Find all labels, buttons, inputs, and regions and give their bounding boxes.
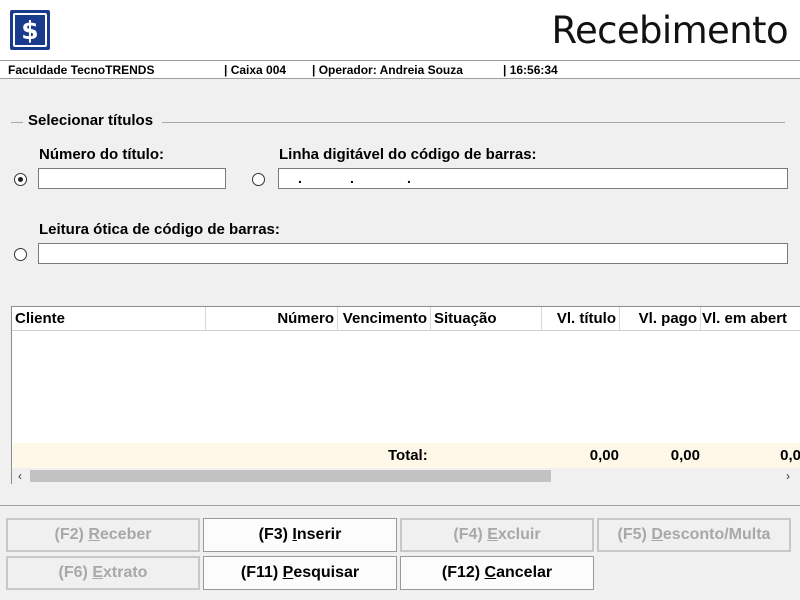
- total-vl-pago: 0,00: [670, 447, 700, 464]
- excluir-key: (F4): [453, 526, 488, 543]
- receber-key: (F2): [54, 526, 89, 543]
- col-header-situacao[interactable]: Situação: [431, 307, 542, 331]
- receber-button[interactable]: (F2) Receber: [6, 518, 200, 552]
- mask-dot: .: [298, 170, 302, 186]
- cancelar-button[interactable]: (F12) Cancelar: [400, 556, 594, 590]
- extrato-mnemonic: E: [92, 564, 103, 581]
- status-bar: Faculdade TecnoTRENDS | Caixa 004 | Oper…: [0, 60, 800, 79]
- desconto-multa-button[interactable]: (F5) Desconto/Multa: [597, 518, 791, 552]
- col-header-vl-pago[interactable]: Vl. pago: [620, 307, 701, 331]
- status-time: | 16:56:34: [503, 63, 558, 77]
- excluir-rest: xcluir: [497, 526, 541, 543]
- desconto-rest: esconto/Multa: [662, 526, 771, 543]
- logo: $: [10, 10, 50, 50]
- receber-mnemonic: R: [88, 526, 100, 543]
- status-operator: | Operador: Andreia Souza: [312, 63, 463, 77]
- optical-barcode-input[interactable]: [38, 243, 788, 264]
- total-vl-titulo: 0,00: [589, 447, 619, 464]
- col-header-cliente[interactable]: Cliente: [12, 307, 206, 331]
- total-label: Total:: [388, 447, 428, 464]
- barcode-line-input[interactable]: . . .: [278, 168, 788, 189]
- radio-numero-titulo[interactable]: [14, 173, 27, 186]
- status-company: Faculdade TecnoTRENDS: [8, 63, 155, 77]
- desconto-key: (F5): [617, 526, 652, 543]
- col-header-vl-titulo[interactable]: Vl. título: [542, 307, 620, 331]
- optical-label: Leitura ótica de código de barras:: [39, 221, 280, 238]
- grid-header: Cliente Número Vencimento Situação Vl. t…: [12, 307, 800, 331]
- scroll-left-icon[interactable]: ‹: [12, 468, 28, 484]
- col-header-numero[interactable]: Número: [206, 307, 338, 331]
- dollar-sign-icon: $: [13, 13, 47, 47]
- col-header-vl-aberto[interactable]: Vl. em abert: [701, 307, 800, 331]
- header-panel: $ Recebimento: [0, 0, 800, 60]
- pesquisar-button[interactable]: (F11) Pesquisar: [203, 556, 397, 590]
- pesquisar-rest: esquisar: [293, 564, 360, 581]
- radio-leitura-otica[interactable]: [14, 248, 27, 261]
- desconto-mnemonic: D: [651, 526, 663, 543]
- excluir-button[interactable]: (F4) Excluir: [400, 518, 594, 552]
- total-vl-aberto: 0,0: [780, 447, 800, 464]
- pesquisar-mnemonic: P: [282, 564, 294, 581]
- extrato-key: (F6): [58, 564, 93, 581]
- barcode-line-label: Linha digitável do código de barras:: [279, 146, 537, 163]
- cancelar-key: (F12): [441, 564, 485, 581]
- titulo-label: Número do título:: [39, 146, 164, 163]
- radio-linha-digitavel[interactable]: [252, 173, 265, 186]
- receber-rest: eceber: [99, 526, 152, 543]
- cancelar-mnemonic: C: [484, 564, 497, 581]
- mask-dot: .: [350, 170, 354, 186]
- extrato-rest: xtrato: [103, 564, 148, 581]
- pesquisar-key: (F11): [240, 564, 283, 581]
- scroll-right-icon[interactable]: ›: [780, 468, 796, 484]
- horizontal-scrollbar[interactable]: ‹ ›: [12, 468, 800, 484]
- inserir-key: (F3): [258, 526, 293, 543]
- logo-glyph: $: [21, 16, 39, 45]
- mask-dot: .: [407, 170, 411, 186]
- extrato-button[interactable]: (F6) Extrato: [6, 556, 200, 590]
- scroll-thumb[interactable]: [30, 470, 551, 482]
- inserir-button[interactable]: (F3) Inserir: [203, 518, 397, 552]
- col-header-vencimento[interactable]: Vencimento: [338, 307, 431, 331]
- page-title: Recebimento: [551, 9, 789, 52]
- titles-grid[interactable]: Cliente Número Vencimento Situação Vl. t…: [11, 306, 800, 484]
- footer-divider: [0, 505, 800, 506]
- cancelar-rest: ancelar: [496, 564, 553, 581]
- inserir-rest: nserir: [296, 526, 342, 543]
- status-cashier: | Caixa 004: [224, 63, 287, 77]
- total-row: Total: 0,00 0,00 0,0: [13, 443, 800, 468]
- titulo-input[interactable]: [38, 168, 226, 189]
- group-title: Selecionar títulos: [27, 112, 155, 129]
- group-divider-right: [162, 122, 785, 123]
- excluir-mnemonic: E: [487, 526, 498, 543]
- group-divider-left: [11, 122, 23, 123]
